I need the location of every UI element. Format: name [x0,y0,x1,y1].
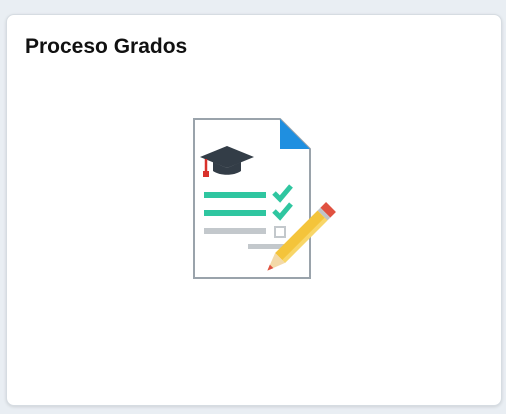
document-checklist-pencil-icon [193,118,336,279]
tile-title: Proceso Grados [25,35,188,58]
proceso-grados-tile[interactable]: Proceso Grados [6,14,502,406]
